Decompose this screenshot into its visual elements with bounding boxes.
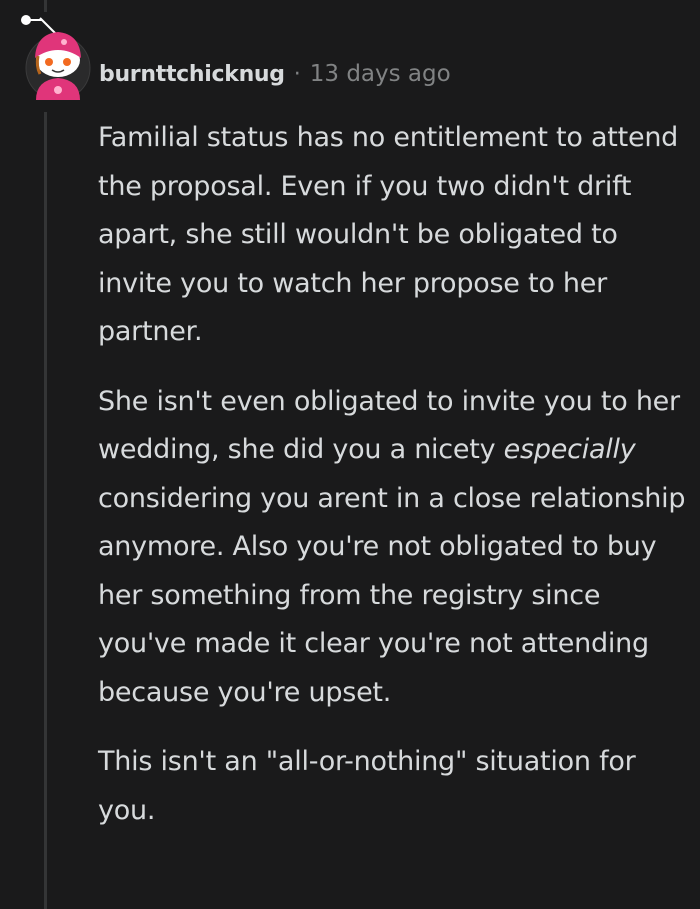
comment-paragraph: Familial status has no entitlement to at… — [98, 122, 679, 347]
meta-separator: · — [293, 61, 301, 87]
comment-paragraph: This isn't an "all-or-nothing" situation… — [98, 746, 636, 826]
paragraph-text: considering you arent in a close relatio… — [98, 482, 686, 708]
comment-page: burnttchicknug · 13 days ago Familial st… — [0, 0, 700, 909]
thread-line-top[interactable] — [44, 0, 47, 12]
comment-header: burnttchicknug · 13 days ago — [99, 56, 451, 92]
comment-paragraph: She isn't even obligated to invite you t… — [98, 378, 688, 718]
thread-collapse-line[interactable] — [44, 112, 47, 909]
user-avatar[interactable] — [18, 14, 100, 101]
username-link[interactable]: burnttchicknug — [99, 62, 285, 87]
comment-timestamp[interactable]: 13 days ago — [310, 61, 451, 87]
emphasis-text: especially — [503, 434, 636, 465]
comment-body: Familial status has no entitlement to at… — [98, 114, 688, 856]
snoo-avatar-icon — [21, 15, 91, 101]
